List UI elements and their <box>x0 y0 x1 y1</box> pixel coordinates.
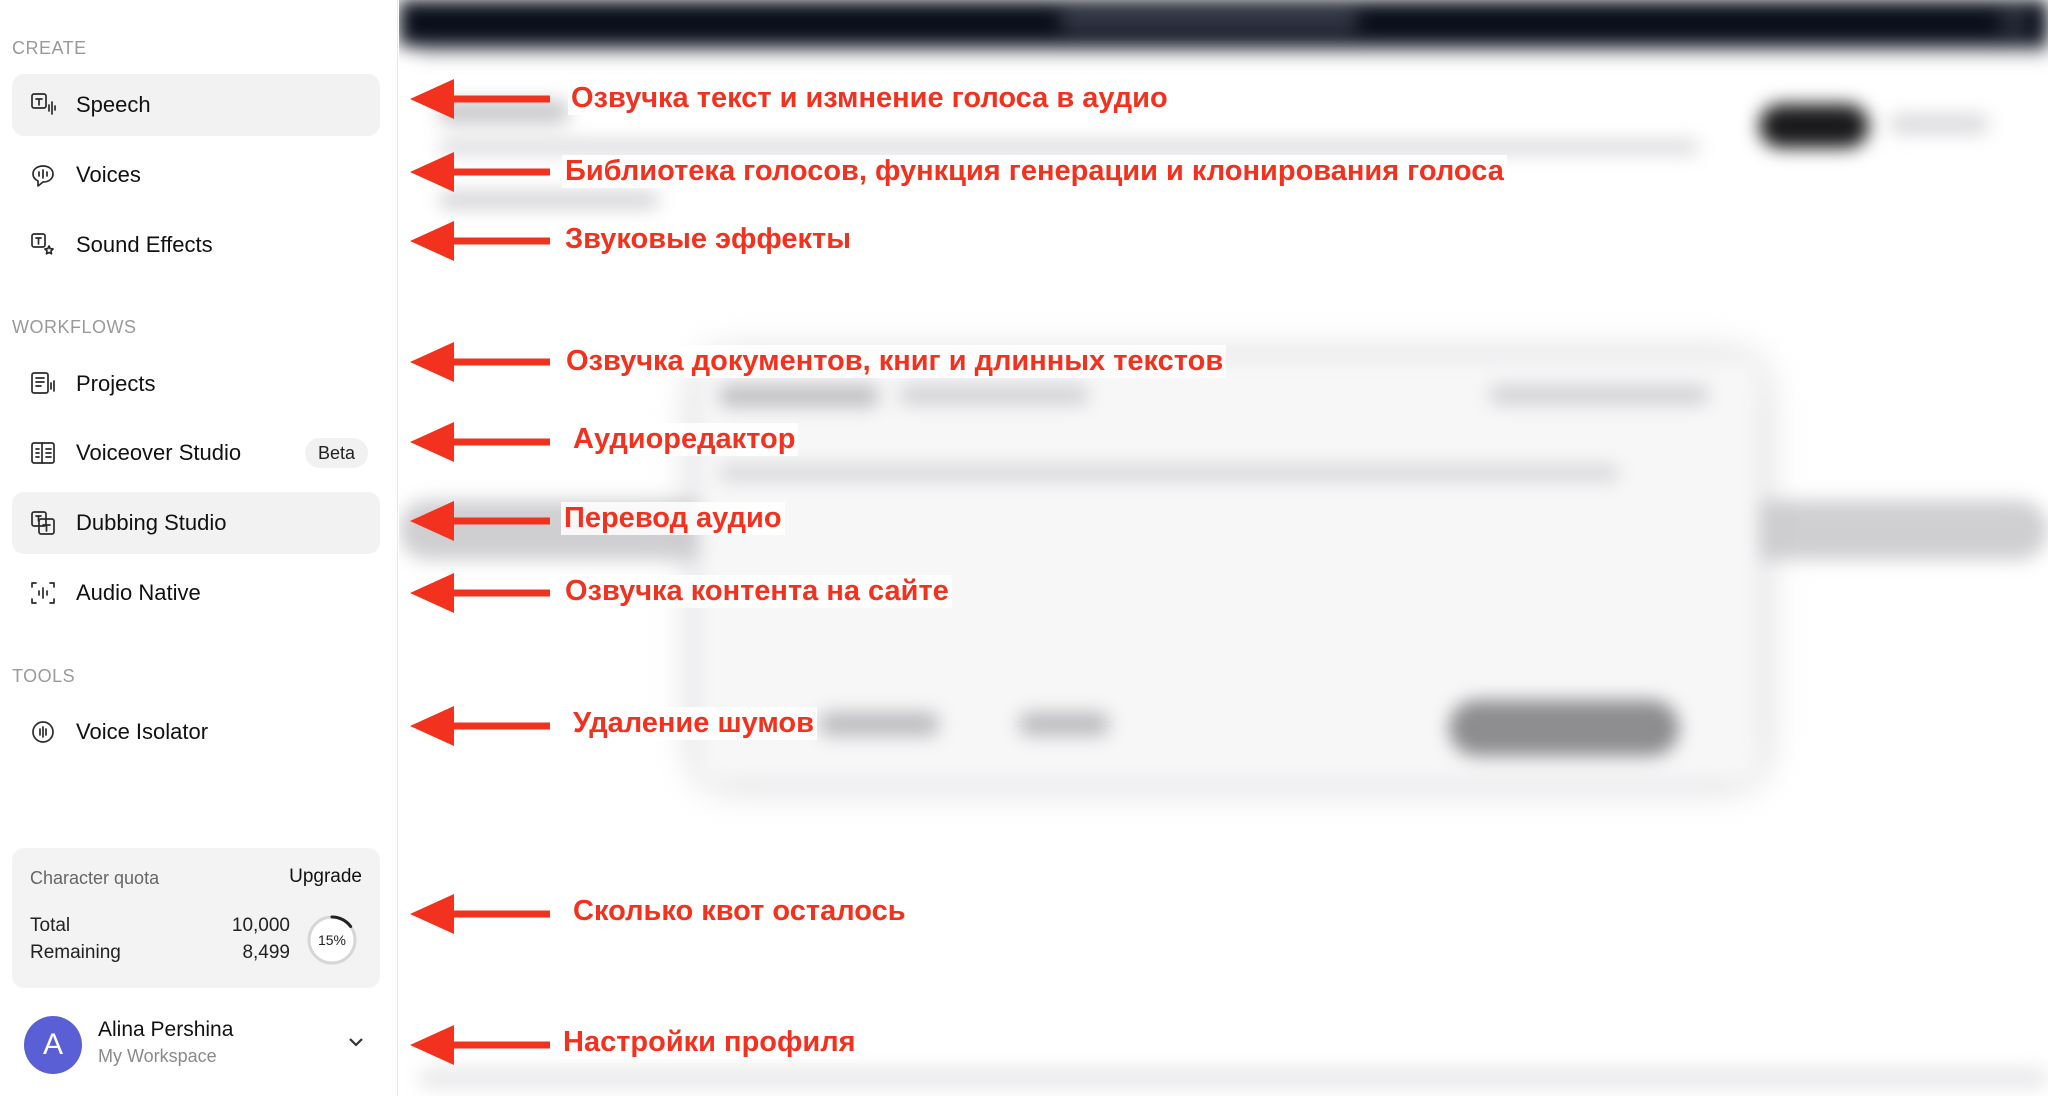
avatar: A <box>24 1016 82 1074</box>
sidebar-item-voiceover-studio[interactable]: Voiceover Studio Beta <box>12 422 380 484</box>
sidebar-item-label: Voiceover Studio <box>76 440 242 465</box>
arrow-left-icon <box>408 338 550 386</box>
annotation-voices: Библиотека голосов, функция генерации и … <box>562 155 1507 188</box>
annotation-isolator: Удаление шумов <box>570 707 817 740</box>
annotation-audio-native: Озвучка контента на сайте <box>562 575 952 608</box>
sidebar-item-projects[interactable]: Projects <box>12 353 380 415</box>
sidebar-item-speech[interactable]: Speech <box>12 74 380 136</box>
arrow-left-icon <box>408 890 550 938</box>
quota-remaining-value: 8,499 <box>242 942 290 963</box>
annotation-speech: Озвучка текст и измнение голоса в аудио <box>568 82 1171 115</box>
voiceover-studio-icon <box>28 438 58 468</box>
sidebar-item-sound-effects[interactable]: Sound Effects <box>12 214 380 276</box>
voices-icon <box>28 160 58 190</box>
sidebar-item-dubbing-studio[interactable]: Dubbing Studio <box>12 492 380 554</box>
sidebar-item-label: Voices <box>76 162 141 187</box>
sidebar-item-audio-native[interactable]: Audio Native <box>12 562 380 624</box>
section-title-tools: TOOLS <box>12 666 76 686</box>
sidebar-item-voices[interactable]: Voices <box>12 144 380 206</box>
sound-effects-icon <box>28 230 58 260</box>
arrow-left-icon <box>408 75 550 123</box>
sidebar-item-label: Projects <box>76 371 156 396</box>
voice-isolator-icon <box>28 717 58 747</box>
projects-icon <box>28 369 58 399</box>
annotation-dubbing: Перевод аудио <box>561 502 785 535</box>
arrow-left-icon <box>408 217 550 265</box>
arrow-left-icon <box>408 702 550 750</box>
quota-percent: 15% <box>317 932 347 948</box>
annotation-quota: Сколько квот осталось <box>570 895 909 928</box>
audio-native-icon <box>28 578 58 608</box>
chevron-down-icon[interactable] <box>344 1030 368 1054</box>
annotation-projects: Озвучка документов, книг и длинных текст… <box>563 345 1227 378</box>
profile-workspace: My Workspace <box>98 1046 217 1066</box>
arrow-left-icon <box>408 148 550 196</box>
sidebar-item-label: Voice Isolator <box>76 719 209 744</box>
arrow-left-icon <box>408 418 550 466</box>
annotation-sound-effects: Звуковые эффекты <box>562 223 855 256</box>
profile-menu[interactable]: A Alina Pershina My Workspace <box>12 1010 380 1082</box>
upgrade-link[interactable]: Upgrade <box>289 866 362 888</box>
quota-total-label: Total <box>30 915 71 936</box>
quota-title: Character quota <box>30 868 160 888</box>
beta-badge: Beta <box>304 438 368 468</box>
arrow-left-icon <box>408 497 550 545</box>
speech-icon <box>28 90 58 120</box>
quota-remaining-label: Remaining <box>30 942 121 963</box>
sidebar-item-label: Audio Native <box>76 580 201 605</box>
sidebar-item-voice-isolator[interactable]: Voice Isolator <box>12 701 380 763</box>
section-title-create: CREATE <box>12 38 87 58</box>
quota-total-value: 10,000 <box>231 915 290 936</box>
annotation-profile: Настройки профиля <box>560 1026 859 1059</box>
sidebar-item-label: Speech <box>76 92 151 117</box>
profile-name: Alina Pershina <box>98 1018 234 1041</box>
arrow-left-icon <box>408 569 550 617</box>
sidebar-item-label: Dubbing Studio <box>76 510 227 535</box>
section-title-workflows: WORKFLOWS <box>12 317 137 337</box>
character-quota-card: Character quota Upgrade Total 10,000 Rem… <box>12 848 380 988</box>
sidebar-item-label: Sound Effects <box>76 232 213 257</box>
dubbing-studio-icon <box>28 508 58 538</box>
annotation-voiceover: Аудиоредактор <box>570 423 799 456</box>
sidebar: CREATE Speech Voices Sound Effects WORKF… <box>0 0 398 1096</box>
arrow-left-icon <box>408 1021 550 1069</box>
